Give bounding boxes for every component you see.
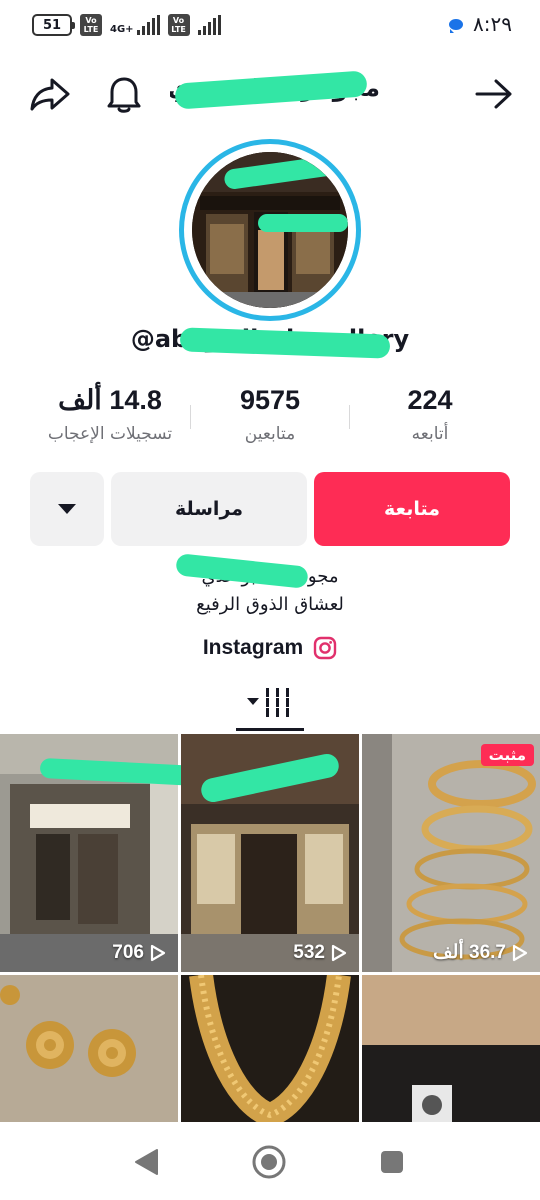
likes-label: تسجيلات الإعجاب <box>47 424 173 444</box>
instagram-icon <box>313 636 337 660</box>
volte-badge-2: Vo LTE <box>167 14 190 36</box>
view-count: 706 <box>112 942 166 964</box>
network-label: 4G+ <box>110 24 134 35</box>
view-count: 532 <box>293 942 347 964</box>
following-value: 224 <box>407 385 453 415</box>
network-type: 4G+ <box>110 15 160 35</box>
redaction-bar <box>258 214 348 232</box>
volte-badge-1: Vo LTE <box>80 14 102 36</box>
avatar-ring[interactable] <box>179 139 361 321</box>
necklace-image <box>181 975 359 1122</box>
video-grid: 706 532 مثبت 36.7 ألف <box>0 734 540 1122</box>
status-bar: 51 Vo LTE 4G+ Vo LTE ٨:٢٩ <box>0 0 540 52</box>
view-count-value: 36.7 ألف <box>433 942 506 963</box>
signal-bars-icon <box>136 15 160 35</box>
share-button[interactable] <box>28 72 72 116</box>
likes-stat[interactable]: 14.8 ألف تسجيلات الإعجاب <box>30 385 190 444</box>
following-label: أتابعه <box>411 424 449 444</box>
profile-stats: 14.8 ألف تسجيلات الإعجاب 9575 متابعين 22… <box>0 385 540 455</box>
small-triangle-down-icon <box>247 698 259 705</box>
jewelry-box-image <box>362 975 540 1122</box>
view-count-value: 532 <box>293 942 325 963</box>
profile-header: مجوهرات ابو عدي <box>0 60 540 124</box>
play-icon <box>331 944 347 962</box>
battery-level: 51 <box>42 17 62 33</box>
nav-home-button[interactable] <box>249 1142 289 1182</box>
view-count: 36.7 ألف <box>433 941 528 964</box>
battery-icon: 51 <box>32 14 75 36</box>
back-triangle-icon <box>135 1149 158 1175</box>
triangle-down-icon <box>58 504 76 514</box>
followers-label: متابعين <box>244 424 296 444</box>
followers-stat[interactable]: 9575 متابعين <box>190 385 350 444</box>
play-icon <box>150 944 166 962</box>
content-tabs <box>0 682 540 731</box>
back-arrow-icon <box>475 79 512 109</box>
likes-value: 14.8 ألف <box>58 385 162 415</box>
instagram-link-label: Instagram <box>202 636 304 659</box>
more-options-button[interactable] <box>30 472 104 546</box>
nav-recents-button[interactable] <box>372 1142 412 1182</box>
play-icon <box>512 944 528 961</box>
nav-back-button[interactable] <box>126 1142 166 1182</box>
bio-line-2: لعشاق الذوق الرفيع <box>196 594 344 615</box>
follow-button-label: متابعة <box>383 498 441 520</box>
video-thumbnail[interactable]: مثبت 36.7 ألف <box>362 734 540 972</box>
recents-square-icon <box>381 1151 403 1173</box>
view-count-value: 706 <box>112 942 144 963</box>
status-right: ٨:٢٩ <box>449 12 512 36</box>
pinned-badge: مثبت <box>480 744 534 766</box>
active-tab-indicator <box>236 728 304 731</box>
clock: ٨:٢٩ <box>473 12 512 36</box>
following-stat[interactable]: 224 أتابعه <box>350 385 510 444</box>
follow-button[interactable]: متابعة <box>314 472 510 546</box>
message-button[interactable]: مراسلة <box>111 472 307 546</box>
message-button-label: مراسلة <box>174 498 244 520</box>
video-thumbnail[interactable] <box>362 975 540 1122</box>
earrings-image <box>0 975 178 1122</box>
grid-icon <box>266 688 289 717</box>
instagram-link[interactable]: Instagram <box>0 636 540 660</box>
video-thumbnail[interactable] <box>181 975 359 1122</box>
back-button[interactable] <box>472 72 516 116</box>
share-icon <box>30 78 70 111</box>
notifications-button[interactable] <box>102 72 146 116</box>
message-notification-icon <box>449 18 464 33</box>
tab-videos[interactable] <box>234 682 306 722</box>
system-nav-bar <box>0 1122 540 1200</box>
home-circle-icon <box>252 1145 286 1179</box>
avatar[interactable] <box>192 152 348 308</box>
bracelets-image <box>362 734 540 972</box>
video-thumbnail[interactable] <box>0 975 178 1122</box>
status-left: 51 Vo LTE 4G+ Vo LTE <box>32 14 221 36</box>
bell-icon <box>107 77 141 113</box>
signal-bars-2-icon <box>197 15 221 35</box>
followers-value: 9575 <box>239 385 301 415</box>
